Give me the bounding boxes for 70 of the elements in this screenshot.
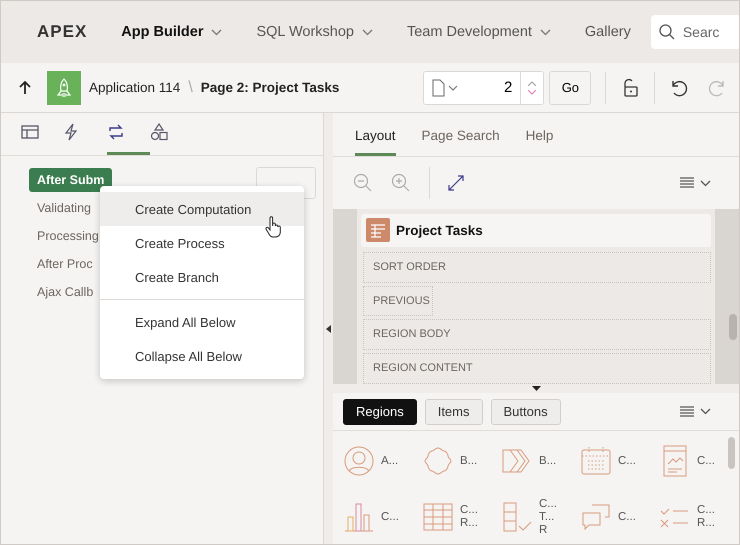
- flower-icon: [422, 445, 454, 477]
- menu-icon: [680, 177, 694, 189]
- page-title: Page 2: Project Tasks: [200, 80, 340, 95]
- menu-item[interactable]: Create Process: [100, 226, 304, 260]
- gallery-label[interactable]: B...: [460, 454, 478, 468]
- gallery-label[interactable]: B...: [539, 454, 556, 468]
- tree-node[interactable]: Validating: [29, 196, 99, 220]
- region-card[interactable]: Project Tasks SORT ORDER PREVIOUS REGION BODY REGION CONTENT: [357, 209, 715, 384]
- go-button[interactable]: Go: [549, 70, 592, 104]
- position-slot: SORT ORDER: [363, 252, 711, 283]
- tab[interactable]: Help: [526, 128, 554, 156]
- menu-item[interactable]: Create Branch: [100, 260, 304, 294]
- tab[interactable]: Page Search: [422, 128, 500, 156]
- gallery-label[interactable]: C...: [381, 510, 399, 524]
- application-link[interactable]: Application 114: [89, 80, 180, 95]
- gallery-label[interactable]: C...: [618, 510, 636, 524]
- breadcrumb-separator: \: [188, 78, 193, 96]
- avatar-icon: [343, 445, 375, 477]
- gallery-tab[interactable]: Buttons: [490, 398, 561, 424]
- up-arrow-button[interactable]: [19, 80, 31, 94]
- gallery-label[interactable]: C... R...: [697, 504, 715, 530]
- gallery-tab[interactable]: Regions: [343, 398, 417, 424]
- search-icon: [658, 24, 675, 40]
- gallery-label[interactable]: C...: [697, 454, 715, 468]
- app-icon[interactable]: [47, 70, 81, 104]
- scrollbar-thumb[interactable]: [728, 437, 735, 469]
- position-slot: REGION BODY: [363, 318, 711, 350]
- bar-chart-icon: [343, 501, 375, 533]
- nav-menu[interactable]: Team Development: [406, 24, 551, 40]
- page-number-input[interactable]: 2: [460, 78, 520, 97]
- nav-menu[interactable]: App Builder: [121, 24, 222, 40]
- gallery-label[interactable]: C... T... R: [539, 498, 557, 536]
- table-icon: [422, 501, 454, 533]
- shapes-icon: [150, 123, 168, 141]
- scrollbar-thumb[interactable]: [729, 314, 737, 340]
- lightning-icon: [64, 123, 78, 141]
- page-selector[interactable]: 2: [423, 70, 544, 104]
- gallery-menu-button[interactable]: [680, 406, 711, 418]
- expand-icon[interactable]: [448, 175, 464, 191]
- splitter-handle[interactable]: [323, 113, 333, 544]
- checked-column-icon: [501, 501, 533, 533]
- layout-icon: [21, 125, 39, 139]
- hand-cursor-icon: [265, 216, 281, 238]
- gallery-tab[interactable]: Items: [424, 398, 482, 424]
- gallery-label[interactable]: C... R...: [460, 504, 478, 530]
- nav-menu[interactable]: Gallery: [584, 24, 631, 40]
- search-input[interactable]: Searc: [680, 23, 739, 41]
- menu-item[interactable]: Collapse All Below: [100, 339, 304, 373]
- cycle-arrows-icon: [107, 123, 125, 141]
- collapse-icon[interactable]: [532, 386, 540, 391]
- tab[interactable]: Layout: [355, 128, 396, 156]
- report-icon: [366, 218, 390, 242]
- tree-node[interactable]: After Subm: [29, 168, 112, 192]
- view-menu-button[interactable]: [680, 177, 711, 189]
- gallery-label[interactable]: A...: [381, 454, 398, 468]
- tree-node[interactable]: After Proc: [29, 252, 101, 276]
- search-bar[interactable]: Searc: [650, 15, 739, 49]
- calendar-icon: [580, 445, 612, 477]
- gallery-label[interactable]: C...: [618, 454, 636, 468]
- menu-icon: [680, 406, 694, 418]
- logo-text: APEX: [37, 22, 88, 42]
- menu-item[interactable]: Expand All Below: [100, 305, 304, 339]
- menu-item[interactable]: Create Computation: [100, 192, 304, 226]
- caret-icon: [700, 408, 711, 415]
- document-icon: [432, 78, 460, 96]
- nav-menu[interactable]: SQL Workshop: [256, 24, 373, 40]
- caret-icon: [700, 180, 711, 186]
- region-title: Project Tasks: [396, 222, 483, 238]
- position-slot: PREVIOUS: [363, 286, 433, 316]
- tree-node[interactable]: Ajax Callb: [29, 280, 102, 304]
